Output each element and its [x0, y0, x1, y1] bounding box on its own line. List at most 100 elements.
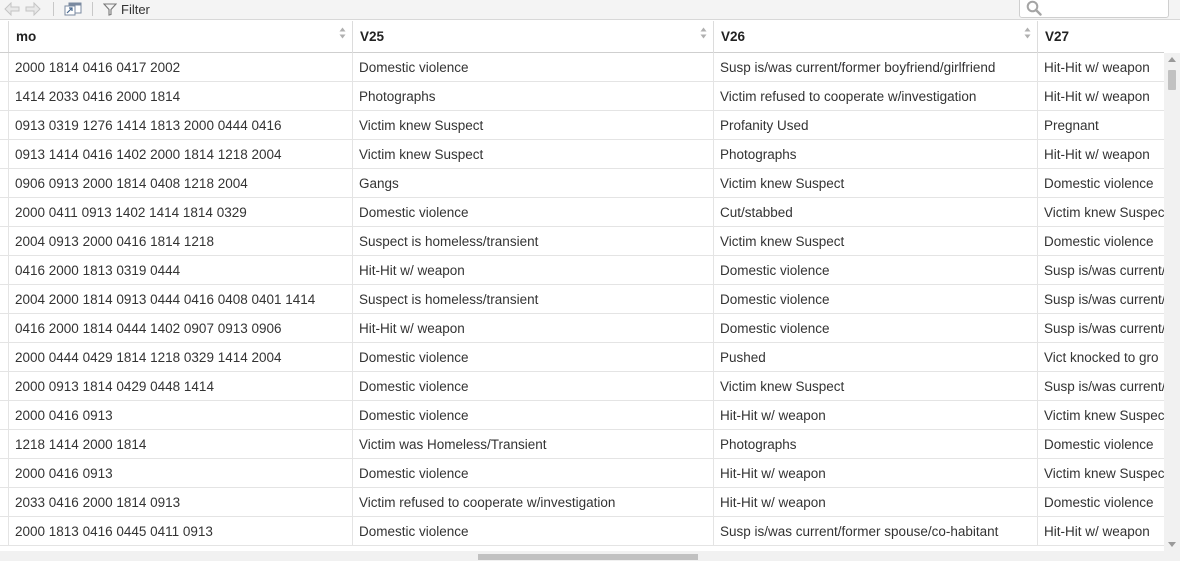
column-header-label: mo [16, 29, 37, 44]
row-number-cell [0, 169, 9, 197]
table-row[interactable]: 0913 0319 1276 1414 1813 2000 0444 0416 V… [0, 111, 1164, 140]
popout-window-icon [64, 2, 82, 16]
table-cell: Susp is/was current/former boyfriend/gir… [714, 53, 1038, 81]
table-cell: Victim knew Suspect [714, 227, 1038, 255]
toolbar-divider [92, 2, 93, 16]
row-number-cell [0, 82, 9, 110]
column-header-v27[interactable]: V27 [1038, 21, 1164, 53]
table-cell: Hit-Hit w/ weapon [353, 314, 714, 342]
table-cell: Hit-Hit w/ weapon [714, 459, 1038, 487]
table-cell: 0913 1414 0416 1402 2000 1814 1218 2004 [9, 140, 353, 168]
table-row[interactable]: 2000 0416 0913 Domestic violence Hit-Hit w… [0, 401, 1164, 430]
table-cell: Domestic violence [353, 401, 714, 429]
table-cell: 2000 0416 0913 [9, 459, 353, 487]
table-row[interactable]: 2033 0416 2000 1814 0913 Victim refused t… [0, 488, 1164, 517]
table-cell: Profanity Used [714, 111, 1038, 139]
table-cell: Vict knocked to gro [1038, 343, 1164, 371]
table-cell: Domestic violence [353, 372, 714, 400]
column-header-v25[interactable]: V25 [353, 21, 714, 53]
table-row[interactable]: 0416 2000 1814 0444 1402 0907 0913 0906 H… [0, 314, 1164, 343]
row-number-cell [0, 343, 9, 371]
row-number-cell [0, 401, 9, 429]
row-number-cell [0, 517, 9, 545]
table-cell: 1414 2033 0416 2000 1814 [9, 82, 353, 110]
table-cell: 2000 1813 0416 0445 0411 0913 [9, 517, 353, 545]
table-cell: Photographs [714, 140, 1038, 168]
table-row[interactable]: 1414 2033 0416 2000 1814 Photographs Victi… [0, 82, 1164, 111]
filter-button[interactable]: Filter [103, 1, 163, 17]
table-row[interactable]: 2000 1813 0416 0445 0411 0913 Domestic vi… [0, 517, 1164, 546]
sort-updown-icon[interactable] [339, 26, 346, 40]
table-row[interactable]: 1218 1414 2000 1814 Victim was Homeless/T… [0, 430, 1164, 459]
forward-button[interactable] [24, 1, 42, 17]
table-row[interactable]: 0913 1414 0416 1402 2000 1814 1218 2004 V… [0, 140, 1164, 169]
table-cell: Domestic violence [714, 285, 1038, 313]
table-row[interactable]: 2000 0411 0913 1402 1414 1814 0329 Domest… [0, 198, 1164, 227]
table-cell: Domestic violence [353, 459, 714, 487]
table-cell: Susp is/was current/former spouse/co-hab… [714, 517, 1038, 545]
table-cell: 2000 0416 0913 [9, 401, 353, 429]
horizontal-scrollbar[interactable] [0, 551, 1180, 561]
column-header-label: V25 [360, 29, 385, 44]
row-number-cell [0, 430, 9, 458]
table-cell: 0913 0319 1276 1414 1813 2000 0444 0416 [9, 111, 353, 139]
row-number-cell [0, 372, 9, 400]
row-number-cell [0, 459, 9, 487]
magnifier-icon [1026, 0, 1042, 16]
table-row[interactable]: 2004 2000 1814 0913 0444 0416 0408 0401 … [0, 285, 1164, 314]
table-cell: 2033 0416 2000 1814 0913 [9, 488, 353, 516]
table-cell: Hit-Hit w/ weapon [1038, 517, 1164, 545]
scroll-down-arrow[interactable] [1168, 542, 1176, 547]
table-cell: Domestic violence [1038, 227, 1164, 255]
scroll-up-arrow[interactable] [1168, 57, 1176, 62]
table-cell: Victim knew Suspec [1038, 198, 1164, 226]
table-cell: Hit-Hit w/ weapon [1038, 53, 1164, 81]
column-header-mo[interactable]: mo [9, 21, 353, 53]
back-button[interactable] [3, 1, 21, 17]
table-cell: Gangs [353, 169, 714, 197]
table-cell: 2000 1814 0416 0417 2002 [9, 53, 353, 81]
table-cell: Domestic violence [353, 343, 714, 371]
table-cell: Suspect is homeless/transient [353, 285, 714, 313]
table-cell: 2000 0411 0913 1402 1414 1814 0329 [9, 198, 353, 226]
table-cell: Cut/stabbed [714, 198, 1038, 226]
popout-button[interactable] [62, 1, 84, 17]
table-cell: 0416 2000 1813 0319 0444 [9, 256, 353, 284]
table-row[interactable]: 0906 0913 2000 1814 0408 1218 2004 Gangs V… [0, 169, 1164, 198]
table-cell: Susp is/was current/ [1038, 256, 1164, 284]
sort-updown-icon[interactable] [700, 26, 707, 40]
table-row[interactable]: 2004 0913 2000 0416 1814 1218 Suspect is … [0, 227, 1164, 256]
table-cell: Photographs [353, 82, 714, 110]
table-row[interactable]: 2000 0444 0429 1814 1218 0329 1414 2004 D… [0, 343, 1164, 372]
table-row[interactable]: 2000 1814 0416 0417 2002 Domestic violenc… [0, 53, 1164, 82]
table-row[interactable]: 0416 2000 1813 0319 0444 Hit-Hit w/ weapo… [0, 256, 1164, 285]
table-cell: Victim knew Suspect [353, 140, 714, 168]
table-cell: Photographs [714, 430, 1038, 458]
row-number-cell [0, 285, 9, 313]
sort-updown-icon[interactable] [1024, 26, 1031, 40]
search-box[interactable] [1019, 0, 1169, 18]
table-cell: Domestic violence [714, 314, 1038, 342]
column-header-label: V27 [1045, 29, 1070, 44]
row-number-cell [0, 140, 9, 168]
filter-label: Filter [121, 1, 150, 17]
row-number-cell [0, 488, 9, 516]
table-cell: Victim knew Suspec [1038, 459, 1164, 487]
table-cell: Pregnant [1038, 111, 1164, 139]
vertical-scrollbar[interactable] [1164, 53, 1180, 551]
toolbar-divider [53, 2, 54, 16]
table-cell: Hit-Hit w/ weapon [1038, 140, 1164, 168]
table-cell: Victim knew Suspect [714, 169, 1038, 197]
data-table: mo V25 V26 V27 2000 1814 0416 0417 2002 D… [0, 21, 1164, 551]
table-cell: Susp is/was current/ [1038, 314, 1164, 342]
table-row[interactable]: 2000 0416 0913 Domestic violence Hit-Hit w… [0, 459, 1164, 488]
table-row[interactable]: 2000 0913 1814 0429 0448 1414 Domestic vi… [0, 372, 1164, 401]
column-header-v26[interactable]: V26 [714, 21, 1038, 53]
column-header-label: V26 [721, 29, 746, 44]
row-number-cell [0, 256, 9, 284]
table-cell: Domestic violence [353, 53, 714, 81]
search-input[interactable] [1046, 0, 1164, 15]
vertical-scroll-thumb[interactable] [1168, 70, 1176, 90]
table-cell: Victim refused to cooperate w/investigat… [714, 82, 1038, 110]
horizontal-scroll-thumb[interactable] [478, 554, 698, 560]
